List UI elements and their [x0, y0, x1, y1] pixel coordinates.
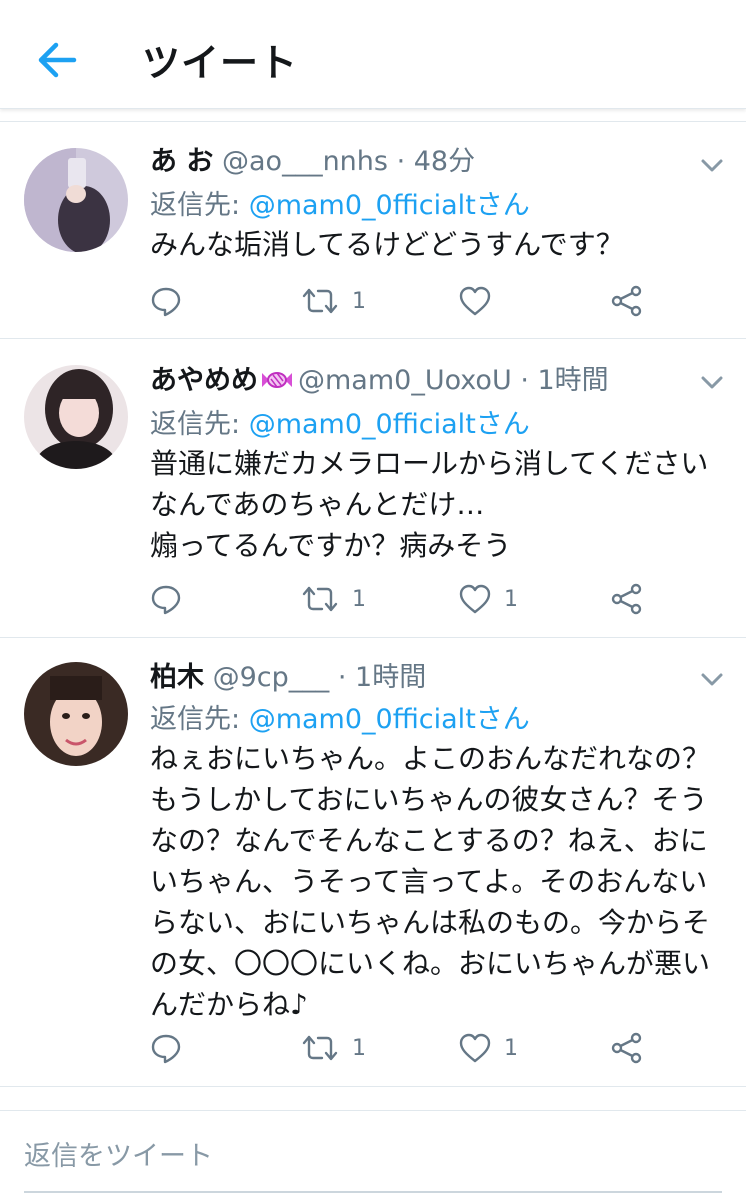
user-handle[interactable]: @9cp___: [213, 662, 330, 693]
share-button[interactable]: [610, 284, 644, 318]
tweet-text: 普通に嫌だカメラロールから消してください なんであのちゃんとだけ… 煽ってるんで…: [150, 447, 709, 562]
retweet-button[interactable]: 1: [300, 1031, 366, 1065]
reply-mention-link[interactable]: @mam0_0fficialtさん: [249, 704, 530, 735]
share-icon: [611, 583, 642, 615]
chevron-down-icon[interactable]: [700, 672, 724, 688]
share-button[interactable]: [610, 1031, 644, 1065]
retweet-icon: [302, 288, 338, 314]
like-button[interactable]: 1: [458, 582, 518, 616]
timestamp[interactable]: 1時間: [355, 662, 426, 693]
tweet-header: あやめめ @mam0_UoxoU · 1時間: [150, 363, 609, 399]
like-count: 1: [504, 1035, 518, 1061]
top-bar: ツイート: [0, 0, 746, 109]
retweet-count: 1: [352, 288, 366, 314]
retweet-icon: [302, 1035, 338, 1061]
tweet-actions: 1 1: [150, 1031, 710, 1065]
reply-prefix: 返信先:: [150, 190, 249, 221]
separator-dot: ·: [520, 365, 529, 396]
back-button[interactable]: [30, 36, 86, 84]
reply-tweet[interactable]: あやめめ @mam0_UoxoU · 1時間 返信先: @mam0_0ffici…: [0, 339, 746, 638]
user-handle[interactable]: @ao___nnhs: [222, 146, 388, 177]
user-handle[interactable]: @mam0_UoxoU: [298, 365, 512, 396]
user-name[interactable]: あ お: [150, 146, 213, 177]
tweet-text: みんな垢消してるけどどうすんです？: [150, 228, 624, 261]
share-icon: [611, 285, 642, 317]
reply-mention-link[interactable]: @mam0_0fficialtさん: [249, 409, 530, 440]
avatar[interactable]: [24, 148, 128, 252]
reply-prefix: 返信先:: [150, 409, 249, 440]
avatar[interactable]: [24, 365, 128, 469]
like-button[interactable]: 1: [458, 1031, 518, 1065]
reply-button[interactable]: [150, 284, 182, 318]
avatar[interactable]: [24, 662, 128, 766]
retweet-count: 1: [352, 1035, 366, 1061]
user-name[interactable]: あやめめ: [150, 365, 258, 396]
retweet-button[interactable]: 1: [300, 284, 366, 318]
tweet-text: ねぇおにいちゃん。よこのおんなだれなの？ もうしかしておにいちゃんの彼女さん？そ…: [150, 742, 711, 1021]
tweet-actions: 1: [150, 284, 710, 318]
retweet-count: 1: [352, 586, 366, 612]
reply-button[interactable]: [150, 582, 182, 616]
heart-icon: [459, 584, 491, 614]
retweet-icon: [302, 586, 338, 612]
timestamp[interactable]: 1時間: [538, 365, 609, 396]
reply-icon: [151, 585, 181, 615]
tweet-actions: 1 1: [150, 582, 710, 616]
separator-dot: ·: [396, 146, 406, 177]
replying-to: 返信先: @mam0_0fficialtさん: [150, 702, 530, 738]
heart-icon: [459, 286, 491, 316]
retweet-button[interactable]: 1: [300, 582, 366, 616]
chevron-down-icon[interactable]: [700, 158, 724, 174]
reply-compose-bar: 返信をツイート: [0, 1110, 746, 1201]
heart-icon: [459, 1033, 491, 1063]
candy-icon: [262, 372, 292, 388]
reply-tweet[interactable]: 柏木 @9cp___ · 1時間 返信先: @mam0_0fficialtさん …: [0, 638, 746, 1087]
like-count: 1: [504, 586, 518, 612]
reply-prefix: 返信先:: [150, 704, 249, 735]
reply-tweet[interactable]: あ お @ao___nnhs · 48分 返信先: @mam0_0fficial…: [0, 122, 746, 339]
arrow-left-icon: [38, 42, 77, 78]
share-icon: [611, 1032, 642, 1064]
reply-input[interactable]: 返信をツイート: [24, 1131, 722, 1193]
tweet-header: 柏木 @9cp___ · 1時間: [150, 660, 426, 696]
user-name[interactable]: 柏木: [150, 662, 204, 693]
reply-icon: [151, 1034, 181, 1064]
tweet-header: あ お @ao___nnhs · 48分: [150, 144, 475, 180]
timestamp[interactable]: 48分: [414, 146, 475, 177]
reply-mention-link[interactable]: @mam0_0fficialtさん: [249, 190, 530, 221]
like-button[interactable]: [458, 284, 504, 318]
reply-icon: [151, 287, 181, 317]
reply-button[interactable]: [150, 1031, 182, 1065]
share-button[interactable]: [610, 582, 644, 616]
replying-to: 返信先: @mam0_0fficialtさん: [150, 188, 530, 224]
chevron-down-icon[interactable]: [700, 375, 724, 391]
page-title: ツイート: [142, 41, 299, 85]
replying-to: 返信先: @mam0_0fficialtさん: [150, 407, 530, 443]
separator-dot: ·: [337, 662, 347, 693]
